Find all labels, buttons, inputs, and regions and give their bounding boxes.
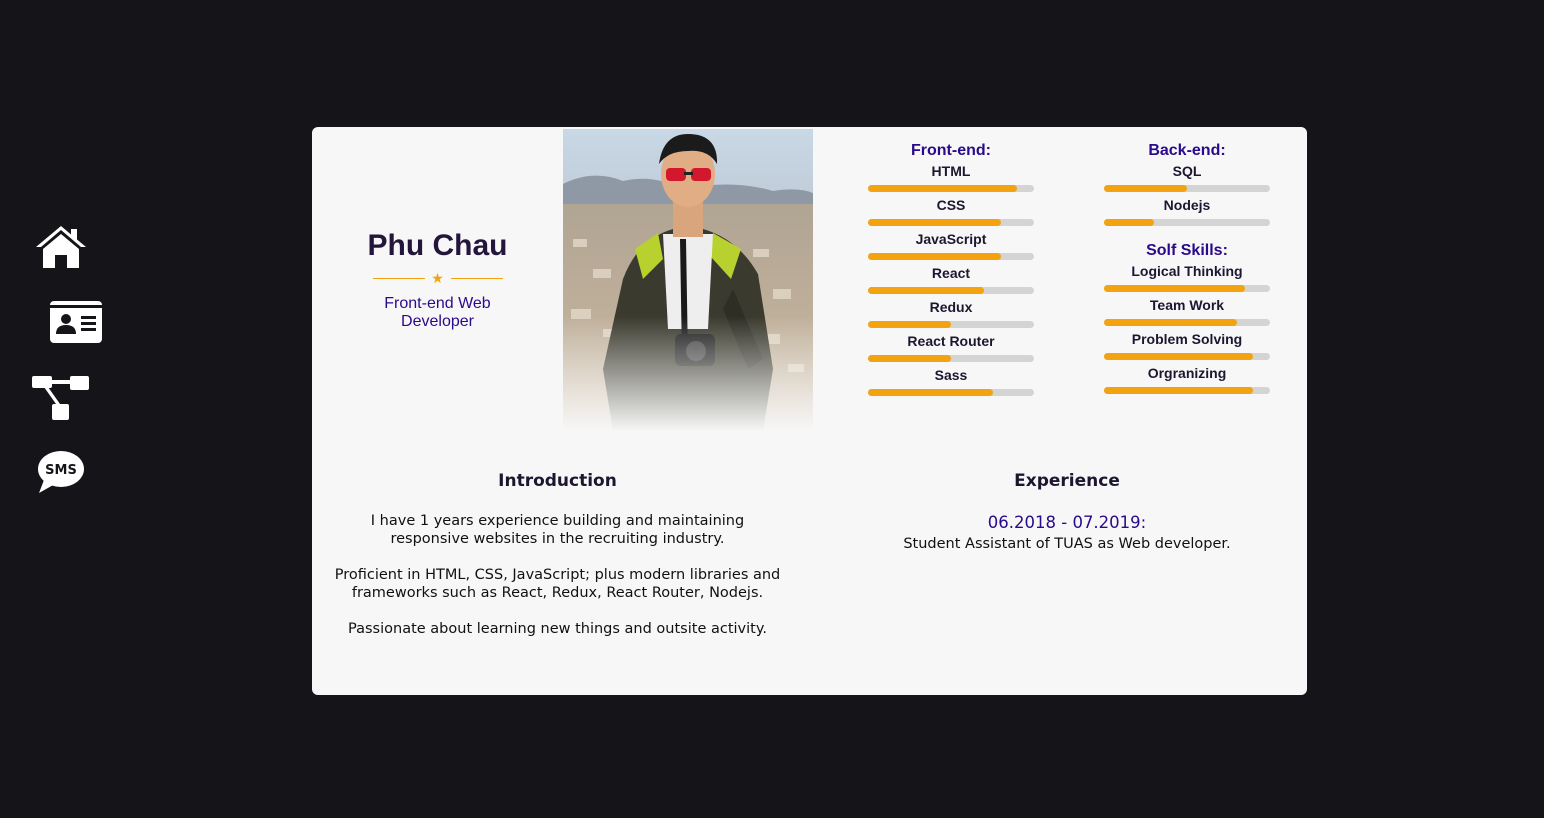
- experience-description: Student Assistant of TUAS as Web develop…: [903, 536, 1231, 552]
- skill-bar-fill: [1104, 285, 1246, 292]
- skill-bar: [868, 185, 1034, 192]
- introduction-title: Introduction: [498, 471, 617, 491]
- skill-label: Nodejs: [1163, 197, 1211, 213]
- profile-card: Phu Chau ★ Front-end Web Developer Front…: [312, 127, 1307, 695]
- skill-bar-fill: [868, 355, 951, 362]
- skill-label: JavaScript: [915, 231, 987, 247]
- skill-bar: [1104, 387, 1270, 394]
- skill-row: Logical Thinking: [1104, 260, 1270, 294]
- skill-label: Sass: [934, 367, 968, 383]
- skill-bar-fill: [868, 321, 951, 328]
- skill-bar-fill: [868, 219, 1001, 226]
- skill-bar: [868, 321, 1034, 328]
- introduction-text: I have 1 years experience building and m…: [332, 512, 783, 656]
- profile-photo: [563, 129, 813, 431]
- star-icon: ★: [431, 270, 444, 286]
- id-card-icon[interactable]: [50, 301, 102, 343]
- skill-bar-fill: [1104, 219, 1154, 226]
- divider-line-right: [450, 278, 503, 279]
- skill-bar-fill: [1104, 353, 1254, 360]
- skill-label: Problem Solving: [1131, 331, 1243, 347]
- skill-row: Sass: [868, 364, 1034, 398]
- backend-heading: Back-end:: [1148, 142, 1226, 159]
- sitemap-icon[interactable]: [32, 374, 90, 420]
- skill-bar: [1104, 319, 1270, 326]
- intro-paragraph: Passionate about learning new things and…: [348, 621, 767, 637]
- sidebar-nav: SMS: [0, 0, 120, 818]
- skill-label: Logical Thinking: [1131, 263, 1243, 279]
- experience-date: 06.2018 - 07.2019:: [987, 513, 1147, 532]
- home-icon[interactable]: [34, 224, 88, 270]
- skill-row: Orgranizing: [1104, 362, 1270, 396]
- backend-skills: Back-end: SQL Nodejs Solf Skills: Logica…: [1104, 142, 1270, 396]
- skill-label: Orgranizing: [1147, 365, 1227, 381]
- intro-paragraph: Proficient in HTML, CSS, JavaScript; plu…: [334, 567, 781, 601]
- skill-bar: [868, 389, 1034, 396]
- name-block: Phu Chau ★ Front-end Web Developer: [312, 227, 563, 331]
- skill-row: Nodejs: [1104, 194, 1270, 228]
- divider-line-left: [372, 278, 425, 279]
- skill-bar: [1104, 185, 1270, 192]
- skill-bar: [868, 355, 1034, 362]
- skill-bar: [868, 287, 1034, 294]
- frontend-heading: Front-end:: [911, 142, 991, 159]
- experience-title: Experience: [1014, 471, 1120, 491]
- sms-icon[interactable]: SMS: [36, 450, 86, 494]
- skill-row: React: [868, 262, 1034, 296]
- star-divider: ★: [372, 269, 503, 287]
- skill-bar-fill: [868, 389, 993, 396]
- skill-bar-fill: [868, 287, 985, 294]
- job-title: Front-end Web Developer: [384, 295, 491, 330]
- skill-label: CSS: [936, 197, 966, 213]
- skill-bar: [868, 219, 1034, 226]
- skill-bar-fill: [1104, 319, 1237, 326]
- skill-label: Redux: [929, 299, 973, 315]
- skill-bar: [1104, 285, 1270, 292]
- skill-bar-fill: [868, 185, 1018, 192]
- skill-bar-fill: [1104, 185, 1187, 192]
- frontend-skills: Front-end: HTML CSS JavaScript React Red…: [868, 142, 1034, 398]
- skill-row: SQL: [1104, 160, 1270, 194]
- skill-label: React Router: [907, 333, 995, 349]
- skill-row: JavaScript: [868, 228, 1034, 262]
- skill-bar: [868, 253, 1034, 260]
- sms-icon-label: SMS: [45, 463, 77, 478]
- skill-row: HTML: [868, 160, 1034, 194]
- skill-row: Problem Solving: [1104, 328, 1270, 362]
- skill-bar-fill: [868, 253, 1001, 260]
- skill-row: Team Work: [1104, 294, 1270, 328]
- profile-name: Phu Chau: [367, 229, 508, 262]
- skill-label: HTML: [931, 163, 971, 179]
- skill-bar-fill: [1104, 387, 1254, 394]
- skill-bar: [1104, 353, 1270, 360]
- skill-row: React Router: [868, 330, 1034, 364]
- intro-paragraph: I have 1 years experience building and m…: [370, 513, 745, 547]
- skill-bar: [1104, 219, 1270, 226]
- skill-label: Team Work: [1149, 297, 1225, 313]
- skill-label: React: [931, 265, 971, 281]
- skill-row: CSS: [868, 194, 1034, 228]
- soft-skills-heading: Solf Skills:: [1146, 242, 1228, 259]
- skill-label: SQL: [1172, 163, 1202, 179]
- skill-row: Redux: [868, 296, 1034, 330]
